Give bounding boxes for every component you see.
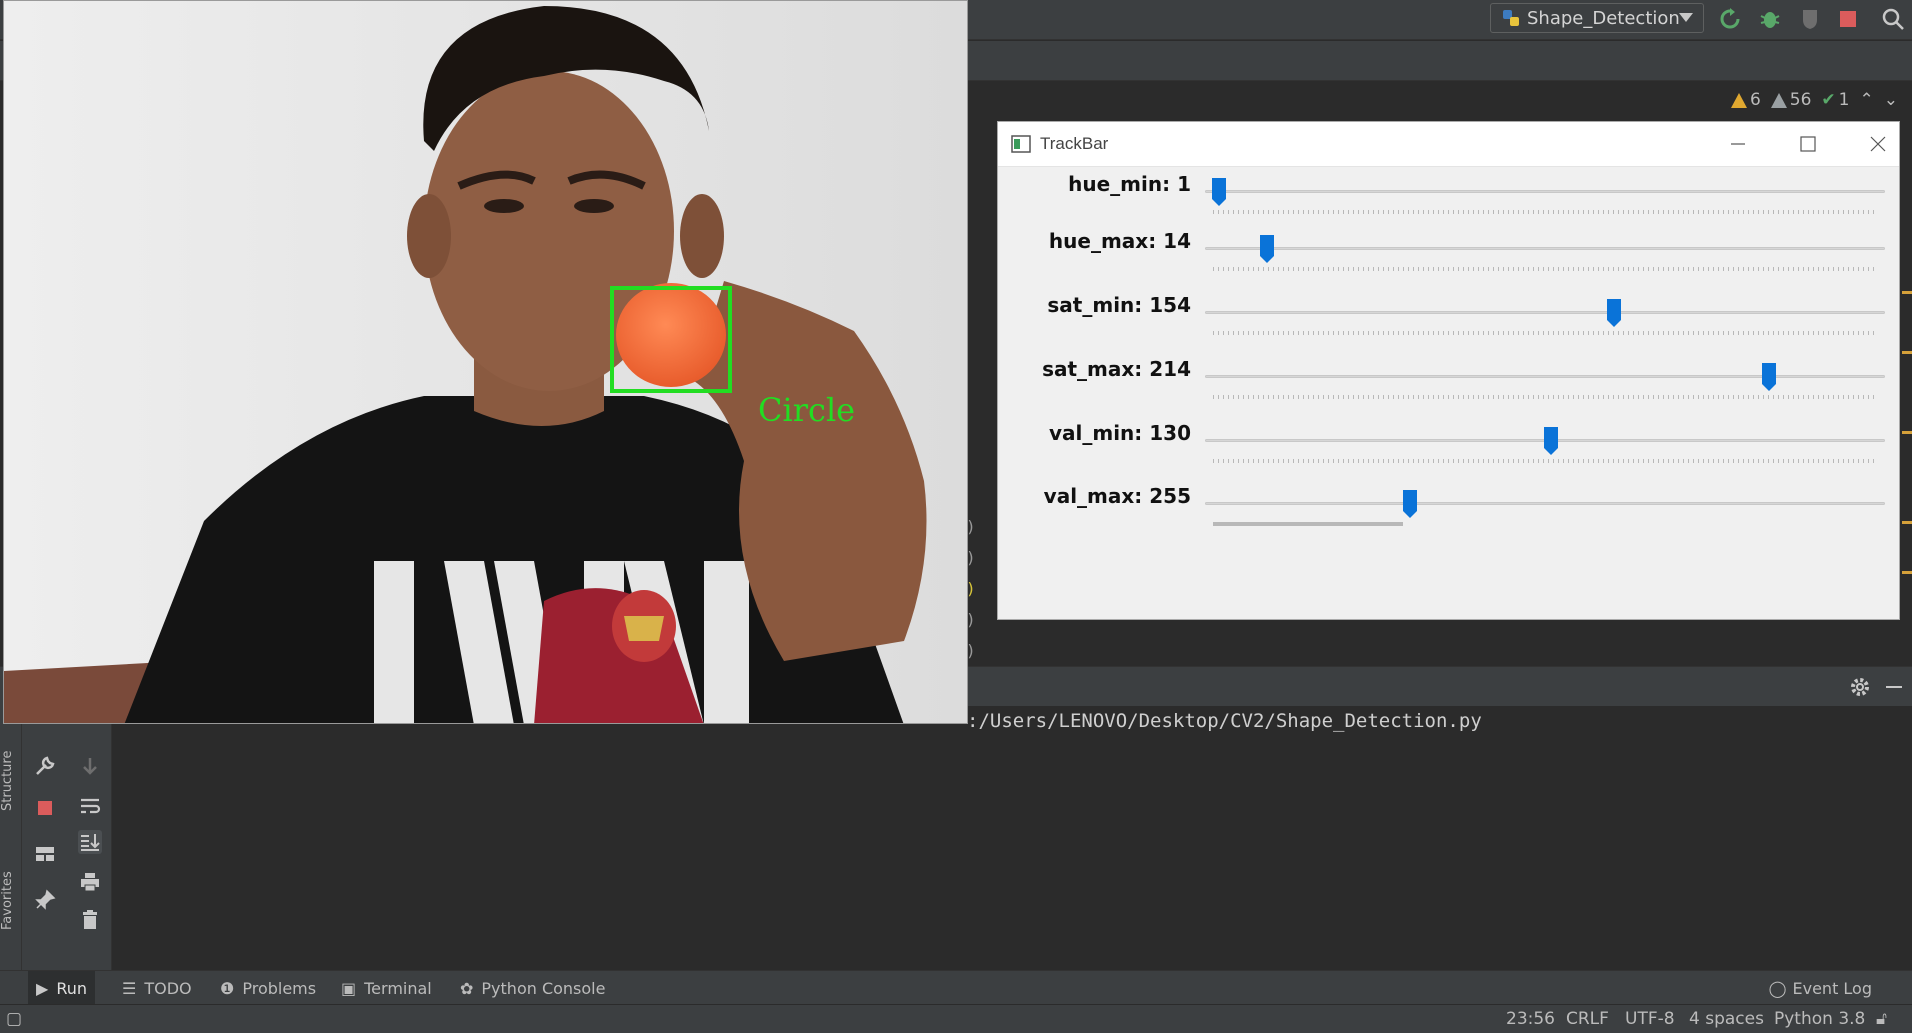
structure-tab[interactable]: Structure [0,736,22,826]
pin-icon[interactable] [33,888,57,912]
status-bar: ▢ 23:56 CRLF UTF-8 4 spaces Python 3.8 🔓… [0,1004,1912,1033]
run-icon: ▶ [36,978,49,998]
speech-bubble-icon: ◯ [1768,978,1787,998]
python-icon [1503,10,1519,26]
trackbar-window[interactable]: TrackBar hue_min: 1 hue_max: 14 sat_min: 1… [997,121,1900,620]
search-icon[interactable] [1881,7,1905,31]
run-config-label: Shape_Detection [1527,7,1680,29]
side-tool-strip: Structure Favorites [0,706,22,970]
tab-terminal[interactable]: ▣ Terminal [333,971,440,1005]
console-command-line: :/Users/LENOVO/Desktop/CV2/Shape_Detecti… [967,710,1482,732]
print-icon[interactable] [78,870,102,894]
trash-icon[interactable] [78,908,102,932]
wrench-icon[interactable] [33,754,57,778]
lock-icon[interactable]: 🔓︎ [1876,1009,1887,1029]
python-icon: ✿ [460,978,474,998]
layout-icon[interactable] [33,842,57,866]
indent-setting[interactable]: 4 spaces [1689,1009,1764,1029]
favorites-tab[interactable]: Favorites [0,856,22,946]
camera-window[interactable]: Circle [3,0,968,724]
slider-thumb[interactable] [1606,298,1622,328]
scroll-down-icon[interactable] [78,754,102,778]
tab-problems[interactable]: ❶ Problems [212,971,324,1005]
warning-icon [1730,92,1747,108]
slider-thumb[interactable] [1402,489,1418,519]
coverage-icon[interactable] [1798,7,1822,31]
trackbar-label: hue_max: 14 [1048,229,1191,253]
trackbar-row: sat_max: 214 [998,357,1901,417]
slider-thumb[interactable] [1211,177,1227,207]
camera-frame: Circle [4,1,967,723]
stop-icon[interactable] [33,796,57,820]
chevron-down-icon[interactable]: ⌄ [1884,90,1898,110]
slider-track[interactable] [1205,190,1885,193]
trackbar-row: sat_min: 154 [998,293,1901,353]
close-icon[interactable] [1863,132,1893,156]
slider-thumb[interactable] [1761,362,1777,392]
trackbar-label: val_max: 255 [1043,484,1191,508]
soft-wrap-icon[interactable] [78,794,102,818]
trackbar-row: hue_max: 14 [998,229,1901,289]
event-log-button[interactable]: ◯ Event Log [1769,971,1872,1005]
line-separator[interactable]: CRLF [1566,1009,1609,1029]
python-interpreter[interactable]: Python 3.8 [1774,1009,1865,1029]
tab-python-console[interactable]: ✿ Python Console [452,971,613,1005]
trackbar-title: TrackBar [1040,134,1109,153]
minimize-icon[interactable] [1723,132,1753,156]
warnings-count[interactable]: 6 [1730,90,1761,110]
terminal-icon: ▣ [341,978,357,998]
run-config-dropdown[interactable]: Shape_Detection [1490,3,1704,33]
inspection-widget[interactable]: 6 56 ✔ 1 ⌃ ⌄ [1730,90,1898,110]
slider-thumb[interactable] [1543,426,1559,456]
trackbar-row: val_max: 255 [998,484,1901,544]
trackbar-label: hue_min: 1 [1068,172,1191,196]
hide-icon[interactable] [1886,686,1902,688]
rerun-icon[interactable] [1718,7,1742,31]
info-icon: ❶ [220,978,235,998]
slider-ticks [1213,210,1878,214]
slider-thumb[interactable] [1259,234,1275,264]
weak-warnings-count[interactable]: 56 [1770,90,1811,110]
slider-track[interactable] [1205,311,1885,314]
error-stripe [1902,271,1912,611]
run-toolbar-secondary [68,706,112,970]
trackbar-row: val_min: 130 [998,421,1901,481]
tab-todo[interactable]: ☰ TODO [114,971,200,1005]
run-console[interactable]: :/Users/LENOVO/Desktop/CV2/Shape_Detecti… [112,706,1912,970]
chevron-up-icon[interactable]: ⌃ [1860,90,1874,110]
caret-position[interactable]: 23:56 [1506,1009,1555,1029]
slider-ticks [1213,395,1878,399]
slider-track[interactable] [1205,502,1885,505]
chevron-down-icon [1679,13,1693,22]
tab-run[interactable]: ▶ Run [28,971,95,1005]
gear-icon[interactable] [1848,675,1872,699]
maximize-icon[interactable] [1793,132,1823,156]
slider-ticks [1213,331,1878,335]
check-icon: ✔ [1821,90,1836,110]
slider-ticks [1213,459,1878,463]
typo-count[interactable]: ✔ 1 [1821,90,1849,110]
trackbar-row: hue_min: 1 [998,172,1901,232]
file-encoding[interactable]: UTF-8 [1625,1009,1675,1029]
detection-label: Circle [758,391,855,429]
app-window-icon [1011,135,1031,153]
orange-ball [616,283,726,387]
list-icon: ☰ [122,978,137,998]
slider-ticks [1213,522,1404,526]
trackbar-titlebar[interactable]: TrackBar [998,122,1899,167]
tool-window-toggle-icon[interactable]: ▢ [6,1009,22,1029]
weak-warning-icon [1770,92,1787,108]
slider-ticks [1213,267,1878,271]
trackbar-label: val_min: 130 [1048,421,1191,445]
stop-icon[interactable] [1836,7,1860,31]
slider-track[interactable] [1205,375,1885,378]
slider-track[interactable] [1205,247,1885,250]
debug-icon[interactable] [1758,7,1782,31]
trackbar-label: sat_min: 154 [1047,293,1191,317]
tool-window-tabs: ▶ Run ☰ TODO ❶ Problems ▣ Terminal ✿ Pyt… [0,970,1912,1005]
scroll-to-end-icon[interactable] [78,830,102,854]
trackbar-label: sat_max: 214 [1042,357,1191,381]
run-toolbar-primary [22,706,68,970]
